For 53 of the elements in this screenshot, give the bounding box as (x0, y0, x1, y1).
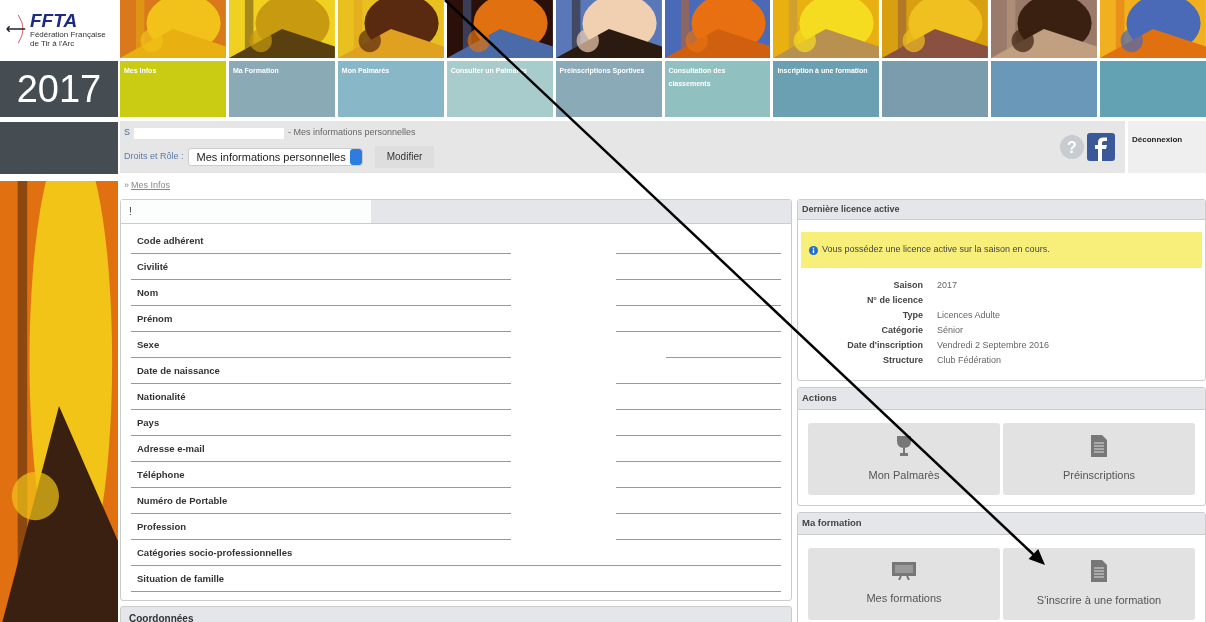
panel-title: ! (129, 205, 132, 219)
detail-value: Licences Adulte (937, 309, 1002, 322)
detail-label: Saison (892, 279, 923, 292)
year-block: 2017 (0, 61, 118, 117)
field-label: Téléphone (137, 467, 185, 482)
field-label: Sexe (137, 337, 160, 352)
breadcrumb-marker: » (124, 179, 129, 193)
detail-value: Sénior (937, 324, 964, 337)
logout-link[interactable]: Déconnexion (1132, 135, 1183, 144)
detail-label: Catégorie (880, 324, 923, 337)
rights-label: Droits et Rôle : (124, 150, 184, 163)
field-label: Profession (137, 519, 187, 534)
page-title: - Mes informations personnelles (288, 126, 416, 140)
field-label: Numéro de Portable (137, 493, 228, 508)
document-icon (1091, 434, 1107, 457)
tile-button[interactable]: Mes formations (808, 548, 1000, 620)
field-label: Civilité (137, 259, 169, 274)
user-initial: S (124, 126, 130, 140)
logo-text: FFTA (30, 10, 79, 30)
panel-title: Coordonnées (129, 611, 194, 622)
field-label: Pays (137, 415, 160, 430)
tile-button[interactable]: Mon Palmarès (808, 423, 1000, 495)
select-value: Mes informations personnelles (196, 149, 347, 165)
tile-button[interactable]: Préinscriptions (1003, 423, 1195, 495)
detail-value: Club Fédération (937, 354, 1003, 367)
detail-label: Type (901, 309, 923, 322)
panel-title: Actions (802, 391, 837, 406)
alert-text: Vous possédez une licence active sur la saison en cours. (822, 243, 1050, 257)
field-label: Nom (137, 285, 159, 300)
panel-title: Dernière licence active (802, 202, 900, 216)
field-label: Date de naissance (137, 363, 220, 378)
field-label: Nationalité (137, 389, 186, 404)
detail-label: Date d'inscription (846, 339, 923, 352)
breadcrumb-link[interactable]: Mes Infos (131, 179, 171, 193)
logo-subtitle: Fédération Française de Tir à l'Arc (30, 29, 107, 48)
document-icon (1091, 559, 1107, 582)
detail-value: 2017 (937, 279, 959, 292)
field-label: Adresse e-mail (137, 441, 205, 456)
facebook-icon[interactable] (1087, 133, 1115, 161)
role-select[interactable]: Mes informations personnelles (187, 147, 363, 166)
detail-label: N° de licence (865, 294, 923, 307)
field-label: Code adhérent (137, 233, 204, 248)
modify-button[interactable]: Modifier (374, 145, 435, 168)
info-icon (809, 245, 818, 255)
screen-icon (892, 561, 916, 580)
tile-button[interactable]: S'inscrire à une formation (1003, 548, 1195, 620)
trophy-icon (895, 434, 913, 457)
field-label: Prénom (137, 311, 173, 326)
detail-value: Vendredi 2 Septembre 2016 (937, 339, 1051, 352)
panel-title: Ma formation (802, 516, 862, 531)
field-label: Situation de famille (137, 571, 225, 586)
detail-label: Structure (882, 354, 923, 367)
field-label: Catégories socio-professionnelles (137, 545, 293, 560)
